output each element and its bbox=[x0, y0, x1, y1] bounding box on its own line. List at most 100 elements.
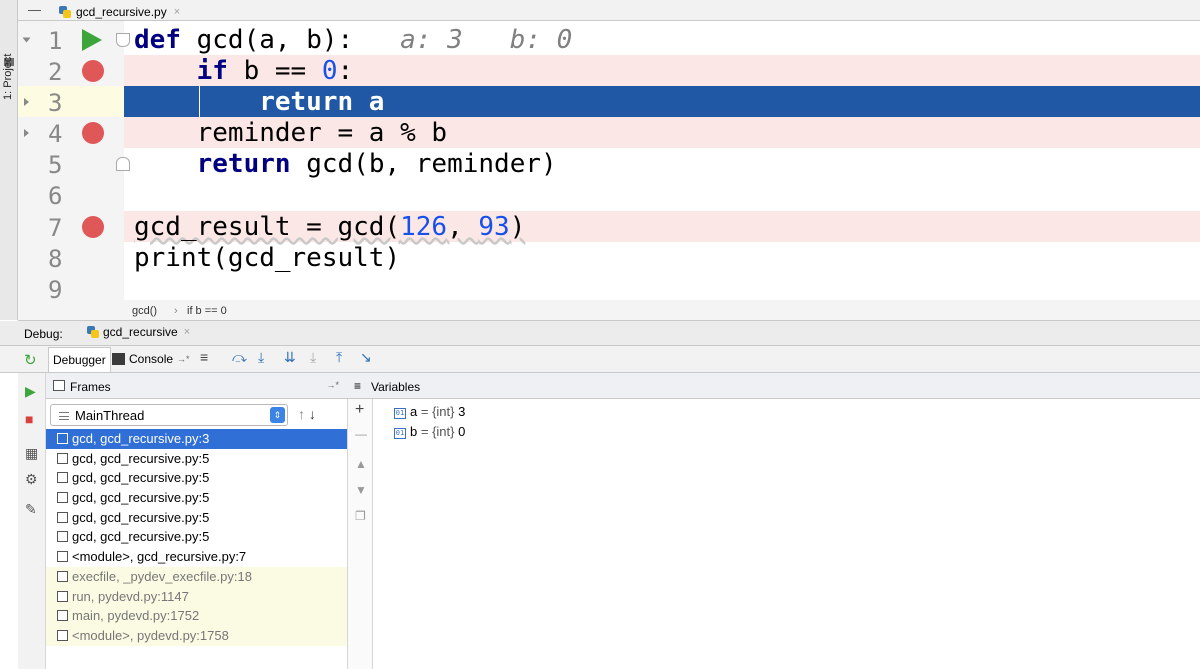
frame-row[interactable]: execfile, _pydev_execfile.py:18 bbox=[46, 566, 347, 587]
expand-triangle-icon bbox=[24, 129, 29, 137]
fold-icon[interactable] bbox=[116, 33, 130, 47]
frame-row[interactable]: gcd, gcd_recursive.py:3 bbox=[46, 429, 347, 449]
frames-header: Frames →* bbox=[46, 373, 347, 399]
step-out-icon[interactable]: ⤒ bbox=[336, 349, 342, 366]
debug-label: Debug: bbox=[24, 327, 63, 341]
line-number: 4 bbox=[48, 120, 63, 148]
frame-label: gcd, gcd_recursive.py:5 bbox=[72, 529, 210, 545]
variable-equals: = bbox=[417, 424, 433, 439]
step-over-icon[interactable]: ⤼ bbox=[232, 349, 247, 366]
debugger-toolbar: ↻ Debugger Console →* ≡ ⤼ ⤓ ⇊ ⤓ ⤒ ↘ bbox=[0, 346, 1200, 373]
pin-icon[interactable]: →* bbox=[326, 380, 339, 390]
gear-icon[interactable]: ⚙ bbox=[25, 471, 38, 488]
breakpoint-icon[interactable] bbox=[82, 60, 104, 82]
frame-row[interactable]: <module>, gcd_recursive.py:7 bbox=[46, 547, 347, 567]
tab-debugger[interactable]: Debugger bbox=[48, 347, 111, 372]
layout-icon[interactable]: ▦ bbox=[25, 445, 38, 462]
variable-row[interactable]: 01 a = {int} 3 bbox=[394, 404, 465, 419]
debug-session-tab[interactable]: gcd_recursive × bbox=[86, 325, 190, 339]
frame-icon bbox=[57, 551, 68, 563]
expand-triangle-icon bbox=[22, 37, 31, 43]
frame-label: gcd, gcd_recursive.py:3 bbox=[72, 431, 210, 446]
breakpoint-icon[interactable] bbox=[82, 216, 104, 238]
breadcrumb-condition[interactable]: if b == 0 bbox=[187, 305, 227, 317]
frame-row[interactable]: main, pydevd.py:1752 bbox=[46, 606, 347, 626]
pin-tab-icon[interactable]: ✎ bbox=[25, 501, 37, 518]
variable-equals: = bbox=[417, 404, 433, 419]
thread-select-value: MainThread bbox=[75, 408, 145, 423]
close-session-icon[interactable]: × bbox=[184, 326, 190, 338]
code-line-3-current[interactable]: 3 return a bbox=[18, 86, 1200, 117]
pin-icon: →* bbox=[177, 354, 190, 364]
project-tool-label[interactable]: 1: Project bbox=[2, 54, 14, 100]
force-step-into-icon[interactable]: ⤓ bbox=[310, 349, 316, 366]
code-text: reminder = a % b bbox=[134, 118, 448, 148]
breadcrumb-separator: › bbox=[174, 305, 178, 317]
code-line-8[interactable]: 8 print(gcd_result) bbox=[18, 242, 1200, 273]
frame-label: run, pydevd.py:1147 bbox=[72, 588, 189, 604]
resume-icon[interactable]: ▶ bbox=[25, 383, 36, 400]
editor-tab-gcd-recursive[interactable]: gcd_recursive.py × bbox=[54, 0, 186, 21]
editor-tab-label: gcd_recursive.py bbox=[76, 5, 167, 19]
frame-icon bbox=[57, 629, 68, 641]
code-line-1[interactable]: 1 def gcd(a, b): a: 3 b: 0 bbox=[18, 24, 1200, 55]
code-text: gcd_result = gcd(126, 93) bbox=[134, 212, 526, 242]
frame-icon bbox=[57, 511, 68, 523]
frame-label: execfile, _pydev_execfile.py:18 bbox=[72, 568, 252, 584]
frame-row[interactable]: gcd, gcd_recursive.py:5 bbox=[46, 488, 347, 508]
debug-actions-strip: ▶ ■ ▦ ⚙ ✎ bbox=[18, 373, 46, 669]
variables-title: Variables bbox=[371, 380, 421, 394]
frame-label: gcd, gcd_recursive.py:5 bbox=[72, 490, 210, 506]
code-line-6[interactable]: 6 bbox=[18, 179, 1200, 210]
collapse-icon[interactable]: — bbox=[28, 2, 41, 17]
fold-icon[interactable] bbox=[116, 157, 130, 171]
frame-icon bbox=[57, 570, 68, 582]
stop-icon[interactable]: ■ bbox=[25, 411, 33, 427]
frame-navigation-arrows[interactable]: ↑ ↓ bbox=[298, 406, 316, 422]
run-to-cursor-icon[interactable]: ↘ bbox=[360, 349, 372, 366]
step-into-icon[interactable]: ⤓ bbox=[258, 349, 264, 366]
frame-row[interactable]: gcd, gcd_recursive.py:5 bbox=[46, 468, 347, 488]
code-line-4[interactable]: 4 reminder = a % b bbox=[18, 117, 1200, 148]
code-text: return gcd(b, reminder) bbox=[196, 149, 557, 179]
breakpoint-icon[interactable] bbox=[82, 122, 104, 144]
frame-label: gcd, gcd_recursive.py:5 bbox=[72, 470, 210, 486]
rerun-icon[interactable]: ↻ bbox=[24, 351, 37, 369]
tab-console[interactable]: Console →* bbox=[112, 352, 190, 366]
breadcrumb-func[interactable]: gcd() bbox=[132, 305, 157, 317]
code-line-7[interactable]: 7 gcd_result = gcd(126, 93) bbox=[18, 211, 1200, 242]
code-text: def gcd(a, b): a: 3 b: 0 bbox=[134, 25, 573, 55]
frames-list: gcd, gcd_recursive.py:3 gcd, gcd_recursiv… bbox=[46, 429, 347, 646]
code-editor[interactable]: 1 def gcd(a, b): a: 3 b: 0 2 if b == 0: … bbox=[18, 21, 1200, 300]
variables-header: ≡ Variables bbox=[347, 373, 1200, 399]
frame-label: gcd, gcd_recursive.py:5 bbox=[72, 450, 210, 466]
run-gutter-icon[interactable] bbox=[82, 29, 102, 51]
variable-type: {int} bbox=[432, 404, 455, 419]
code-line-2[interactable]: 2 if b == 0: bbox=[18, 55, 1200, 86]
frame-row[interactable]: gcd, gcd_recursive.py:5 bbox=[46, 527, 347, 547]
code-line-9[interactable]: 9 bbox=[18, 273, 1200, 300]
thread-select[interactable]: MainThread ⇕ bbox=[50, 404, 288, 426]
frame-row[interactable]: gcd, gcd_recursive.py:5 bbox=[46, 508, 347, 528]
frame-icon bbox=[57, 590, 68, 602]
thread-icon bbox=[59, 412, 69, 420]
close-tab-icon[interactable]: × bbox=[174, 6, 180, 18]
code-text: return a bbox=[134, 87, 385, 117]
project-tool-strip[interactable]: 1: Project bbox=[0, 0, 18, 320]
frame-row[interactable]: gcd, gcd_recursive.py:5 bbox=[46, 449, 347, 469]
frames-title: Frames bbox=[70, 380, 111, 394]
code-line-5[interactable]: 5 return gcd(b, reminder) bbox=[18, 148, 1200, 179]
frame-icon bbox=[57, 452, 68, 464]
variable-type: {int} bbox=[432, 424, 455, 439]
line-number: 1 bbox=[48, 27, 63, 55]
chevron-updown-icon: ⇕ bbox=[270, 407, 285, 423]
step-into-my-code-icon[interactable]: ⇊ bbox=[284, 349, 296, 366]
frame-row[interactable]: run, pydevd.py:1147 bbox=[46, 586, 347, 607]
menu-lines-icon[interactable]: ≡ bbox=[200, 349, 208, 365]
python-file-icon bbox=[58, 5, 72, 19]
code-text: print(gcd_result) bbox=[134, 243, 401, 273]
variable-row[interactable]: 01 b = {int} 0 bbox=[394, 424, 465, 439]
frame-row[interactable]: <module>, pydevd.py:1758 bbox=[46, 625, 347, 646]
frame-icon bbox=[57, 472, 68, 484]
debug-tool-header: Debug: gcd_recursive × bbox=[0, 321, 1200, 346]
